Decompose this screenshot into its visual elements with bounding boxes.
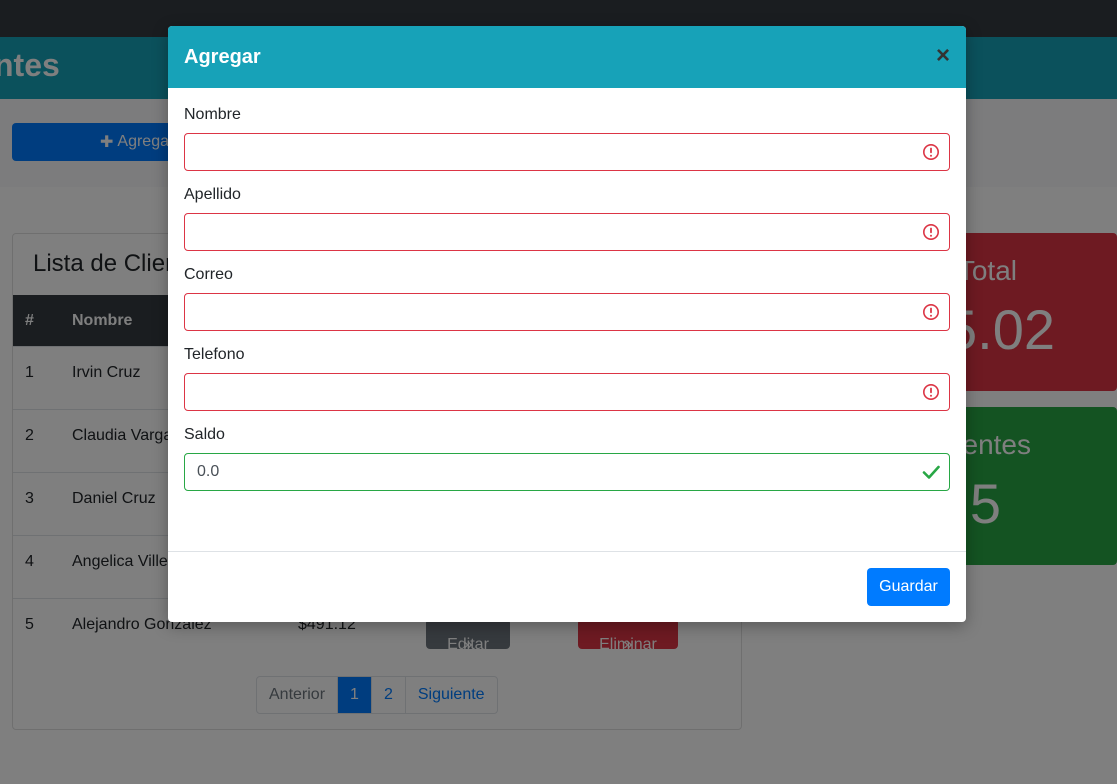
telefono-label: Telefono	[184, 346, 245, 363]
check-icon	[922, 465, 940, 479]
modal-header: Agregar ×	[168, 26, 966, 88]
close-icon[interactable]: ×	[936, 44, 950, 68]
exclamation-circle-icon	[923, 224, 939, 240]
modal-footer: Guardar	[168, 551, 966, 622]
saldo-input[interactable]	[184, 453, 950, 491]
correo-label: Correo	[184, 266, 233, 283]
exclamation-circle-icon	[923, 144, 939, 160]
form-group-correo: Correo	[184, 267, 950, 331]
add-client-modal: Agregar × Nombre Apellido Correo Telefon…	[168, 26, 966, 622]
exclamation-circle-icon	[923, 384, 939, 400]
form-group-telefono: Telefono	[184, 347, 950, 411]
telefono-input[interactable]	[184, 373, 950, 411]
saldo-label: Saldo	[184, 426, 225, 443]
save-button[interactable]: Guardar	[867, 568, 950, 606]
nombre-label: Nombre	[184, 106, 241, 123]
modal-title: Agregar	[184, 46, 261, 68]
nombre-input[interactable]	[184, 133, 950, 171]
form-group-saldo: Saldo	[184, 427, 950, 491]
form-group-nombre: Nombre	[184, 107, 950, 171]
apellido-input[interactable]	[184, 213, 950, 251]
modal-body: Nombre Apellido Correo Telefono Saldo 0.…	[168, 88, 966, 491]
exclamation-circle-icon	[923, 304, 939, 320]
correo-input[interactable]	[184, 293, 950, 331]
apellido-label: Apellido	[184, 186, 241, 203]
form-group-apellido: Apellido	[184, 187, 950, 251]
